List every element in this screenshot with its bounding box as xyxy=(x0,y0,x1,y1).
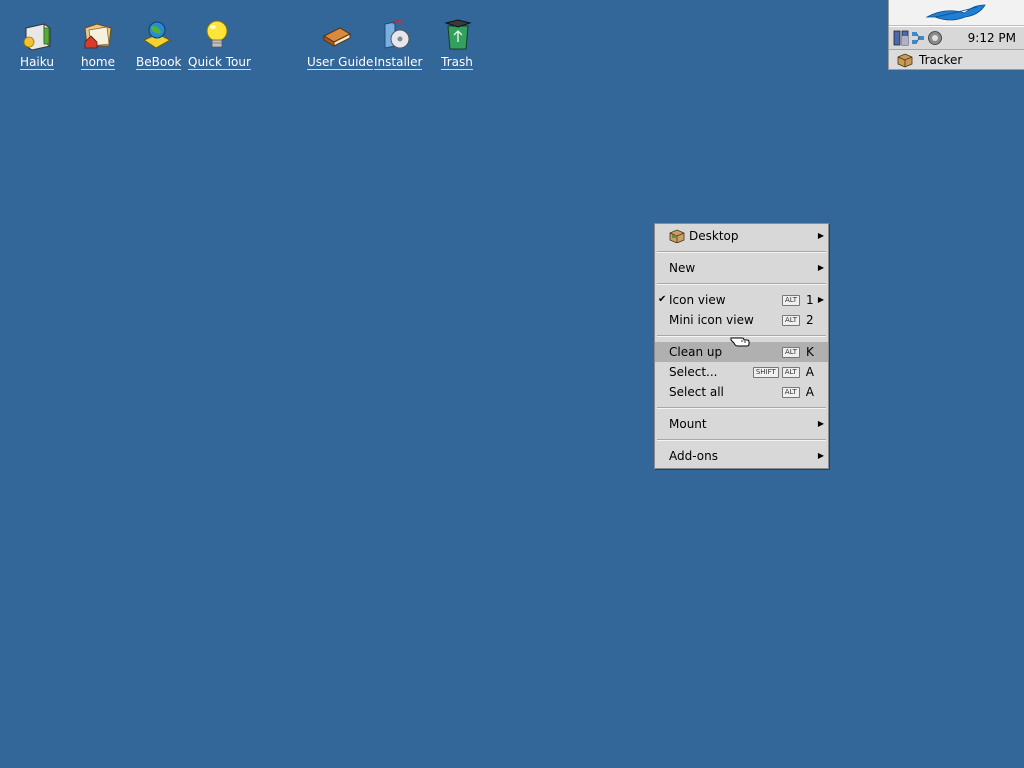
desktop-icon-label: Haiku xyxy=(20,55,54,70)
shortcut: ALT 2 xyxy=(781,310,814,330)
modifier-key: ALT xyxy=(781,294,800,306)
submenu-arrow-icon: ▶ xyxy=(817,419,824,428)
menu-label: Add-ons xyxy=(669,449,718,463)
clock[interactable]: 9:12 PM xyxy=(968,31,1020,45)
deskbar: 9:12 PM Tracker xyxy=(888,0,1024,70)
shortcut-key: 2 xyxy=(806,313,814,327)
media-volume-icon[interactable] xyxy=(927,30,943,46)
installer-icon xyxy=(384,19,410,49)
menu-item-icon-view[interactable]: ✔ Icon view ALT 1 ▶ xyxy=(655,290,828,310)
menu-label: Icon view xyxy=(669,293,726,307)
menu-separator xyxy=(657,283,826,285)
menu-label: New xyxy=(669,261,696,275)
tracker-icon xyxy=(897,53,913,68)
menu-label: Mount xyxy=(669,417,707,431)
hand-cursor-icon xyxy=(730,337,750,347)
home-folder-icon xyxy=(84,23,112,49)
desktop-icon-label: Installer xyxy=(374,55,423,70)
shortcut: ALT 1 xyxy=(781,290,814,310)
trash-icon xyxy=(444,19,472,50)
desktop-icon-home[interactable]: home xyxy=(80,18,116,70)
menu-separator xyxy=(657,407,826,409)
submenu-arrow-icon: ▶ xyxy=(817,295,824,304)
tray-icons xyxy=(893,30,943,46)
shortcut-key: 1 xyxy=(806,293,814,307)
haiku-leaf-icon xyxy=(925,4,986,21)
menu-item-desktop[interactable]: Desktop ▶ xyxy=(655,226,828,246)
shortcut-key: K xyxy=(806,345,814,359)
menu-label: Clean up xyxy=(669,345,723,359)
menu-separator xyxy=(657,251,826,253)
menu-label: Desktop xyxy=(689,229,739,243)
desktop-icon-bebook[interactable]: BeBook xyxy=(136,18,182,70)
tracker-label: Tracker xyxy=(919,53,963,67)
desktop-icon-trash[interactable]: Trash xyxy=(441,18,473,70)
menu-item-select-all[interactable]: Select all ALT A xyxy=(655,382,828,402)
desktop-icon-label: User Guide xyxy=(307,55,374,70)
submenu-arrow-icon: ▶ xyxy=(817,263,824,272)
menu-item-mini-icon-view[interactable]: Mini icon view ALT 2 xyxy=(655,310,828,330)
modifier-key: ALT xyxy=(781,366,800,378)
desktop-icon-label: BeBook xyxy=(136,55,182,70)
network-status-icon[interactable] xyxy=(911,30,925,46)
deskbar-leaf-menu[interactable] xyxy=(889,0,1024,26)
modifier-key: SHIFT xyxy=(752,366,779,378)
modifier-key: ALT xyxy=(781,386,800,398)
shortcut-key: A xyxy=(805,385,814,399)
desktop-icon-label: Quick Tour xyxy=(188,55,251,70)
menu-item-add-ons[interactable]: Add-ons ▶ xyxy=(655,446,828,466)
process-controller-icon[interactable] xyxy=(893,30,909,46)
menu-item-select[interactable]: Select... SHIFT ALT A xyxy=(655,362,828,382)
menu-item-mount[interactable]: Mount ▶ xyxy=(655,414,828,434)
desktop-icon-user-guide[interactable]: User Guide xyxy=(307,18,374,70)
lightbulb-icon xyxy=(206,20,228,48)
menu-separator xyxy=(657,439,826,441)
menu-label: Select... xyxy=(669,365,718,379)
shortcut: SHIFT ALT A xyxy=(752,362,814,382)
deskbar-tray: 9:12 PM xyxy=(889,26,1024,50)
modifier-key: ALT xyxy=(781,346,800,358)
desktop-icon-label: Trash xyxy=(441,55,473,70)
submenu-arrow-icon: ▶ xyxy=(817,451,824,460)
haiku-volume-icon xyxy=(23,23,51,51)
desktop-icon xyxy=(669,229,685,243)
submenu-arrow-icon: ▶ xyxy=(817,231,824,240)
bebook-icon xyxy=(142,21,172,49)
desktop-icon-label: home xyxy=(80,55,116,70)
shortcut-key: A xyxy=(805,365,814,379)
checkmark-icon: ✔ xyxy=(658,294,667,305)
desktop-icon-haiku[interactable]: Haiku xyxy=(18,18,56,70)
shortcut: ALT A xyxy=(781,382,814,402)
shortcut: ALT K xyxy=(781,342,814,362)
menu-item-new[interactable]: New ▶ xyxy=(655,258,828,278)
deskbar-tracker-item[interactable]: Tracker xyxy=(889,50,1024,70)
menu-label: Select all xyxy=(669,385,724,399)
menu-label: Mini icon view xyxy=(669,313,754,327)
user-guide-book-icon xyxy=(322,27,352,47)
modifier-key: ALT xyxy=(781,314,800,326)
desktop-icon-installer[interactable]: Installer xyxy=(374,18,423,70)
desktop-icon-quick-tour[interactable]: Quick Tour xyxy=(188,18,251,70)
